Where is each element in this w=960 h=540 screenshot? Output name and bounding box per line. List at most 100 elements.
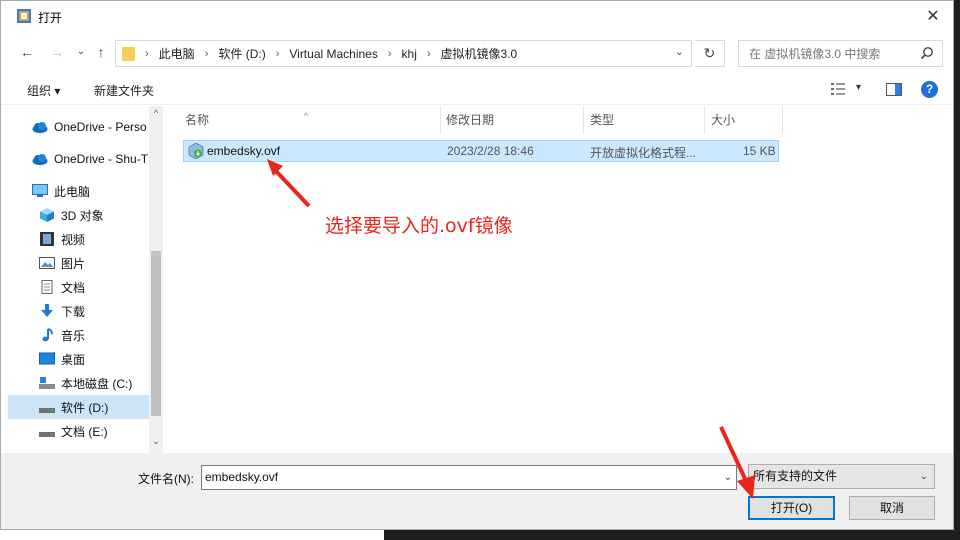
scroll-thumb[interactable] [151, 251, 161, 416]
background-dark [384, 530, 960, 540]
desktop-icon [39, 352, 55, 365]
file-size: 15 KB [743, 144, 776, 158]
close-button[interactable]: ✕ [921, 5, 945, 29]
sidebar-scrollbar[interactable]: ^ ⌄ [149, 106, 163, 453]
view-dropdown-icon[interactable]: ▾ [856, 82, 861, 93]
sidebar-item-label: 3D 对象 [61, 208, 104, 223]
organize-menu[interactable]: 组织 ▾ [27, 82, 60, 99]
help-icon[interactable]: ? [921, 81, 938, 98]
sidebar-item-videos[interactable]: 视频 [8, 227, 149, 251]
back-button[interactable]: ← [17, 42, 37, 62]
breadcrumb-current-folder[interactable]: 虚拟机镜像3.0 [441, 45, 518, 62]
sidebar-item-label: 下载 [61, 304, 86, 319]
column-header-type[interactable]: 类型 [584, 106, 705, 134]
sidebar-item-label: 文档 (E:) [61, 424, 108, 439]
view-options-icon[interactable] [831, 83, 847, 95]
breadcrumb-separator[interactable]: › [388, 48, 392, 60]
drive-icon [39, 408, 55, 413]
sidebar-item-pictures[interactable]: 图片 [8, 251, 149, 275]
search-placeholder: 在 虚拟机镜像3.0 中搜索 [749, 47, 881, 61]
sidebar-item-label: OneDrive - Perso [54, 120, 147, 134]
address-dropdown-icon[interactable]: ⌄ [675, 45, 684, 58]
sidebar-item-label: 视频 [61, 232, 86, 247]
column-header-name[interactable]: 名称 ^ [166, 106, 441, 134]
picture-icon [39, 257, 55, 269]
sidebar-item-desktop[interactable]: 桌面 [8, 347, 149, 371]
cloud-icon [32, 122, 48, 133]
file-date: 2023/2/28 18:46 [447, 144, 534, 158]
breadcrumb-separator: › [145, 47, 149, 60]
forward-button[interactable]: → [47, 42, 67, 62]
sidebar-item-drive-c[interactable]: 本地磁盘 (C:) [8, 371, 149, 395]
annotation-text: 选择要导入的.ovf镜像 [325, 215, 513, 237]
column-header-date[interactable]: 修改日期 [441, 106, 584, 134]
scroll-down-arrow[interactable]: ⌄ [149, 436, 163, 447]
search-box[interactable]: 在 虚拟机镜像3.0 中搜索 [738, 40, 943, 67]
breadcrumb-separator[interactable]: › [427, 48, 431, 60]
navigation-bar: ← → ⌄ ↑ › 此电脑 › 软件 (D:) › Virtual Machin… [1, 35, 953, 69]
sidebar-item-drive-e[interactable]: 文档 (E:) [8, 419, 149, 443]
sidebar-item-music[interactable]: 音乐 [8, 323, 149, 347]
filename-label: 文件名(N): [138, 472, 194, 486]
ovf-file-icon [188, 143, 204, 159]
filetype-select[interactable]: 所有支持的文件 ⌄ [748, 464, 935, 489]
drive-icon [39, 432, 55, 437]
navigation-pane: OneDrive - Perso OneDrive - Shu-T 此电脑 3D… [8, 106, 149, 451]
sidebar-item-drive-d[interactable]: 软件 (D:) [8, 395, 149, 419]
filename-input[interactable]: embedsky.ovf ⌄ [201, 465, 737, 490]
sidebar-item-label: 此电脑 [54, 184, 91, 199]
column-header-label: 名称 [185, 113, 210, 127]
breadcrumb-khj[interactable]: khj [402, 47, 417, 61]
app-icon [17, 9, 31, 23]
cancel-button[interactable]: 取消 [849, 496, 935, 520]
drive-icon [39, 377, 55, 389]
cloud-icon [32, 154, 48, 165]
sidebar-item-documents[interactable]: 文档 [8, 275, 149, 299]
sidebar-item-label: 音乐 [61, 328, 86, 343]
column-header-size[interactable]: 大小 [705, 106, 783, 134]
document-icon [41, 280, 53, 294]
sidebar-item-3d-objects[interactable]: 3D 对象 [8, 203, 149, 227]
sidebar-item-onedrive-personal[interactable]: OneDrive - Perso [8, 115, 149, 139]
refresh-button[interactable]: ↻ [695, 40, 725, 67]
annotation-arrow-file [267, 159, 311, 208]
sidebar-item-label: 软件 (D:) [61, 400, 109, 415]
new-folder-button[interactable]: 新建文件夹 [94, 82, 154, 99]
title-bar: 打开 ✕ [1, 1, 953, 33]
breadcrumb-drive-d[interactable]: 软件 (D:) [218, 45, 265, 62]
command-toolbar: 组织 ▾ 新建文件夹 ▾ ? [1, 71, 953, 105]
sidebar-item-onedrive-school[interactable]: OneDrive - Shu-T [8, 147, 149, 171]
music-icon [42, 328, 53, 342]
breadcrumb-virtual-machines[interactable]: Virtual Machines [289, 47, 378, 61]
computer-icon [32, 184, 48, 197]
up-button[interactable]: ↑ [91, 42, 111, 62]
breadcrumb-separator[interactable]: › [276, 48, 280, 60]
scroll-up-arrow[interactable]: ^ [149, 108, 163, 118]
sidebar-item-downloads[interactable]: 下载 [8, 299, 149, 323]
sidebar-item-label: OneDrive - Shu-T [54, 152, 149, 166]
filetype-dropdown-icon: ⌄ [919, 471, 928, 482]
sidebar-item-label: 图片 [61, 256, 86, 271]
open-button[interactable]: 打开(O) [748, 496, 835, 520]
file-type: 开放虚拟化格式程... [590, 146, 697, 160]
sidebar-item-label: 桌面 [61, 352, 86, 367]
preview-pane-icon[interactable] [886, 83, 902, 96]
video-icon [40, 232, 54, 246]
sidebar-item-label: 本地磁盘 (C:) [61, 376, 133, 391]
filetype-value: 所有支持的文件 [753, 469, 838, 483]
address-bar[interactable]: › 此电脑 › 软件 (D:) › Virtual Machines › khj… [115, 40, 692, 67]
folder-icon [122, 46, 135, 61]
sidebar-item-label: 文档 [61, 280, 86, 295]
search-icon[interactable] [920, 46, 934, 60]
sidebar-item-this-pc[interactable]: 此电脑 [8, 179, 149, 203]
filename-value: embedsky.ovf [205, 470, 279, 484]
annotation-arrow-open [719, 426, 755, 499]
breadcrumb-this-pc[interactable]: 此电脑 [159, 45, 195, 62]
cube-icon [40, 208, 54, 222]
file-input-area: 文件名(N): embedsky.ovf ⌄ 所有支持的文件 ⌄ 打开(O) 取… [1, 453, 953, 529]
open-file-dialog: 打开 ✕ ← → ⌄ ↑ › 此电脑 › 软件 (D:) › Virtual M… [0, 0, 954, 530]
download-icon [41, 304, 53, 317]
breadcrumb-separator[interactable]: › [205, 48, 209, 60]
recent-locations-button[interactable]: ⌄ [71, 42, 91, 62]
background-right [954, 0, 960, 540]
